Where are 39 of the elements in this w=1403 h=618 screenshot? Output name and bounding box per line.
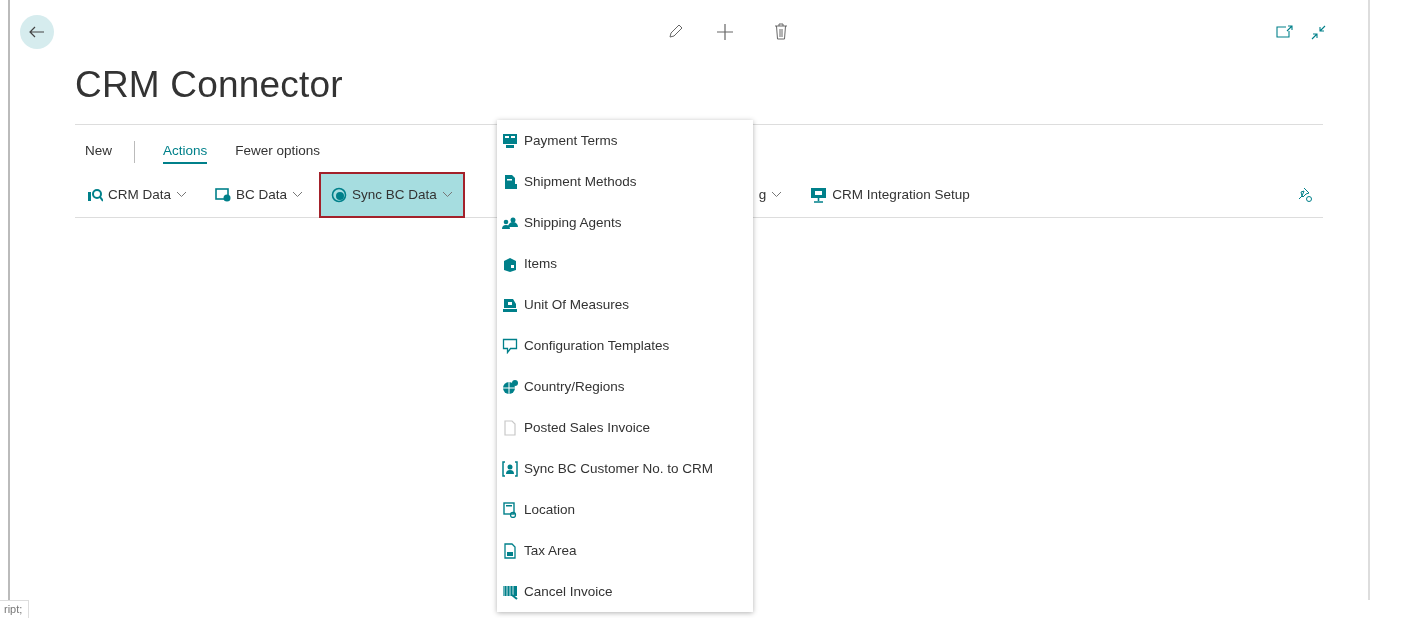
pin-icon[interactable] bbox=[1297, 186, 1313, 203]
monitor-icon bbox=[810, 186, 828, 203]
menu-item[interactable]: Posted Sales Invoice bbox=[497, 407, 753, 448]
action-menu-button[interactable]: CRM Data bbox=[85, 171, 199, 218]
menu-item[interactable]: Items bbox=[497, 243, 753, 284]
arrow-left-icon bbox=[29, 26, 45, 38]
document-icon bbox=[502, 419, 518, 436]
status-text: ript; bbox=[0, 600, 30, 618]
document-truck-icon bbox=[502, 173, 518, 190]
trash-icon[interactable] bbox=[772, 21, 790, 43]
menu-item[interactable]: Cancel Invoice bbox=[497, 571, 753, 612]
screen-icon bbox=[215, 187, 231, 202]
back-button[interactable] bbox=[20, 15, 54, 49]
box-icon bbox=[502, 255, 518, 272]
tab[interactable]: New bbox=[85, 139, 112, 164]
action-menu-button[interactable]: g bbox=[756, 171, 795, 218]
menu-item[interactable]: Payment Terms bbox=[497, 120, 753, 161]
tab[interactable]: Fewer options bbox=[235, 139, 321, 164]
speech-bubble-icon bbox=[502, 337, 518, 354]
magnifier-icon bbox=[87, 187, 103, 202]
action-menu-button[interactable]: BC Data bbox=[203, 171, 316, 218]
tab[interactable]: Actions bbox=[163, 139, 208, 164]
menu-item[interactable]: Location bbox=[497, 489, 753, 530]
menu-item[interactable]: Unit Of Measures bbox=[497, 284, 753, 325]
menu-item[interactable]: Tax Area bbox=[497, 530, 753, 571]
contact-icon bbox=[502, 460, 518, 477]
page-title: CRM Connector bbox=[75, 64, 344, 107]
menu-item[interactable]: Country/Regions bbox=[497, 366, 753, 407]
menu-item[interactable]: Shipment Methods bbox=[497, 161, 753, 202]
sync-icon bbox=[331, 186, 348, 203]
form-icon bbox=[502, 542, 518, 559]
globe-icon bbox=[502, 378, 518, 395]
plus-icon[interactable] bbox=[714, 21, 736, 43]
menu-item[interactable]: Sync BC Customer No. to CRM bbox=[497, 448, 753, 489]
card-icon bbox=[502, 132, 518, 149]
action-button[interactable]: CRM Integration Setup bbox=[798, 171, 982, 218]
menu-item[interactable]: Configuration Templates bbox=[497, 325, 753, 366]
menu-item[interactable]: Shipping Agents bbox=[497, 202, 753, 243]
action-menu-button[interactable]: Sync BC Data bbox=[319, 171, 465, 218]
